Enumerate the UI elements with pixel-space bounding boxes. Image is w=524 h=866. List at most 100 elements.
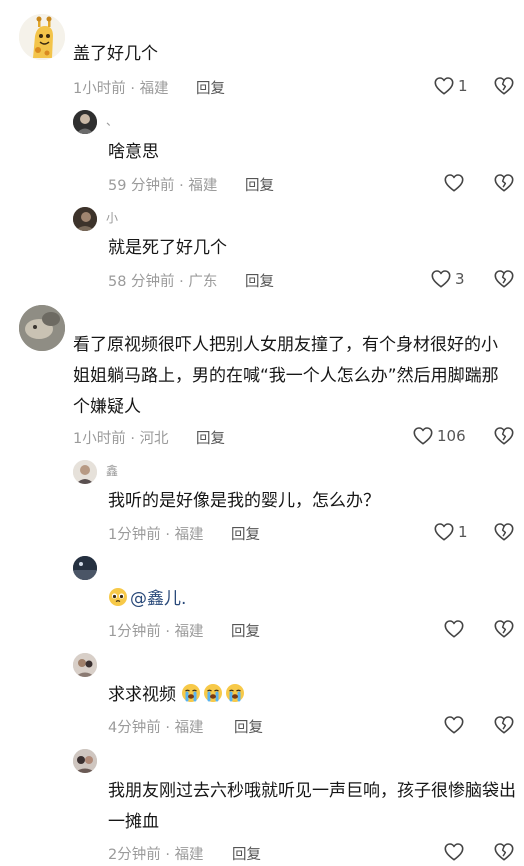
photo-avatar-icon [73,556,97,580]
reply-time: 1分钟前 [108,527,161,543]
avatar[interactable] [19,305,65,351]
heart-outline-icon [443,841,465,863]
dislike-button[interactable] [493,714,515,736]
broken-heart-outline-icon [493,172,515,194]
dislike-button[interactable] [493,521,515,543]
reply-username[interactable]: 鑫 [106,462,118,479]
like-button[interactable] [443,172,468,194]
like-button[interactable]: 3 [430,268,465,290]
broken-heart-outline-icon [493,618,515,640]
reply-time: 58 分钟前 [108,274,175,290]
reply-text: 啥意思 [108,142,159,162]
heart-outline-icon [443,618,465,640]
like-count: 106 [437,427,466,445]
broken-heart-outline-icon [493,75,515,97]
reply-time: 1分钟前 [108,624,161,640]
reply-username[interactable]: 、 [106,112,118,129]
comment-location: 河北 [139,431,169,447]
broken-heart-outline-icon [493,714,515,736]
like-count: 1 [458,523,468,541]
reply-text: 我朋友刚过去六秒哦就听见一声巨响，孩子很惨脑袋出一摊血 [108,781,516,832]
reply-location: 福建 [174,847,204,863]
avatar[interactable] [73,207,97,231]
reply-location: 广东 [188,274,218,290]
like-button[interactable]: 106 [412,425,466,447]
comment-text: 盖了好几个 [73,44,158,64]
reply-button[interactable]: 回复 [196,427,225,448]
reply-meta: 1分钟前 · 福建 [108,527,204,543]
reply-button[interactable]: 回复 [196,77,225,98]
broken-heart-outline-icon [493,425,515,447]
dislike-button[interactable] [493,268,515,290]
heart-outline-icon [430,268,452,290]
like-button[interactable]: 1 [433,521,468,543]
reply-meta: 59 分钟前 · 福建 [108,178,218,194]
reply-meta: 58 分钟前 · 广东 [108,274,218,290]
heart-outline-icon [443,714,465,736]
reply-text: @鑫儿. [108,584,186,615]
loudly-crying-face-emoji [203,683,223,703]
like-button[interactable] [443,618,468,640]
reply-button[interactable]: 回复 [231,523,260,544]
avatar[interactable] [73,556,97,580]
loudly-crying-face-emoji [181,683,201,703]
comment-text: 看了原视频很吓人把别人女朋友撞了，有个身材很好的小姐姐躺马路上，男的在喊“我一个… [73,335,499,417]
photo-avatar-icon [19,305,65,351]
like-button[interactable] [443,714,468,736]
giraffe-avatar-icon [19,14,65,60]
avatar[interactable] [19,14,65,60]
reply-time: 2分钟前 [108,847,161,863]
comment-location: 福建 [139,81,169,97]
photo-avatar-icon [73,653,97,677]
like-button[interactable] [443,841,468,863]
reply-button[interactable]: 回复 [245,174,274,195]
like-count: 3 [455,270,465,288]
pleading-face-emoji [108,587,128,607]
like-count: 1 [458,77,468,95]
reply-location: 福建 [174,720,204,736]
photo-avatar-icon [73,207,97,231]
heart-outline-icon [412,425,434,447]
reply-button[interactable]: 回复 [231,620,260,641]
avatar[interactable] [73,460,97,484]
comment-meta: 1小时前 · 福建 [73,81,169,97]
avatar[interactable] [73,749,97,773]
avatar[interactable] [73,653,97,677]
comment-meta: 1小时前 · 河北 [73,431,169,447]
dislike-button[interactable] [493,618,515,640]
reply-button[interactable]: 回复 [232,843,261,864]
reply-text: 就是死了好几个 [108,238,227,258]
reply-location: 福建 [188,178,218,194]
reply-text-content: 求求视频 [108,685,176,705]
loudly-crying-face-emoji [225,683,245,703]
comment-time: 1小时前 [73,431,126,447]
photo-avatar-icon [73,460,97,484]
reply-meta: 1分钟前 · 福建 [108,624,204,640]
photo-avatar-icon [73,110,97,134]
broken-heart-outline-icon [493,841,515,863]
comment-time: 1小时前 [73,81,126,97]
reply-text: 我听的是好像是我的婴儿，怎么办？ [108,491,380,511]
reply-time: 4分钟前 [108,720,161,736]
reply-location: 福建 [174,624,204,640]
like-button[interactable]: 1 [433,75,468,97]
reply-meta: 2分钟前 · 福建 [108,847,204,863]
reply-text: 求求视频 [108,680,247,711]
reply-button[interactable]: 回复 [234,716,263,737]
mention-link[interactable]: @鑫儿. [130,589,186,609]
reply-username[interactable]: 小 [106,209,118,226]
heart-outline-icon [433,75,455,97]
reply-time: 59 分钟前 [108,178,175,194]
heart-outline-icon [443,172,465,194]
dislike-button[interactable] [493,841,515,863]
dislike-button[interactable] [493,75,515,97]
heart-outline-icon [433,521,455,543]
dislike-button[interactable] [493,172,515,194]
reply-location: 福建 [174,527,204,543]
avatar[interactable] [73,110,97,134]
photo-avatar-icon [73,749,97,773]
reply-meta: 4分钟前 · 福建 [108,720,204,736]
reply-button[interactable]: 回复 [245,270,274,291]
dislike-button[interactable] [493,425,515,447]
broken-heart-outline-icon [493,268,515,290]
